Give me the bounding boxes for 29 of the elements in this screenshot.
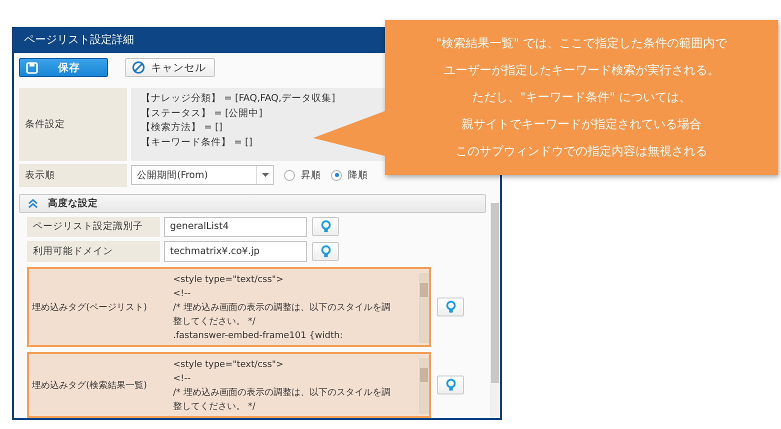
text-input[interactable]: techmatrix¥.co¥.jp: [164, 241, 307, 262]
lightbulb-icon: [320, 220, 330, 234]
save-icon: [26, 62, 38, 74]
text-input[interactable]: generalList4: [164, 216, 307, 238]
hint-button[interactable]: [437, 298, 464, 316]
lightbulb-icon: [446, 378, 456, 392]
field-label: 埋め込みタグ(検索結果一覧): [31, 380, 148, 392]
scrollbar[interactable]: [419, 358, 429, 414]
sort-dropdown[interactable]: 公開期間(From): [131, 165, 274, 186]
code-textarea[interactable]: <style type="text/css"> <!-- /* 埋め込み画面の表示の調整は、以下のスタイルを調 整してください。 */ .fastanswer-embed-frame101 {width:: [169, 269, 429, 345]
hint-button[interactable]: [437, 376, 464, 394]
lightbulb-icon: [320, 245, 330, 258]
hint-button[interactable]: [312, 217, 339, 236]
caret-icon: [262, 173, 268, 178]
field-label: 条件設定: [19, 88, 127, 161]
sort-radio[interactable]: 降順: [331, 168, 368, 182]
scrollbar[interactable]: [490, 203, 500, 418]
hint-button[interactable]: [312, 242, 339, 262]
lightbulb-icon: [446, 300, 456, 314]
cancel-icon: [132, 61, 145, 74]
scrollbar[interactable]: [419, 273, 429, 343]
code-textarea[interactable]: <style type="text/css"> <!-- /* 埋め込み画面の表示の調整は、以下のスタイルを調 整してください。 */: [169, 354, 429, 416]
field-label: 利用可能ドメイン: [27, 241, 160, 262]
field-label: ページリスト設定識別子: [27, 216, 160, 238]
field-label: 埋め込みタグ(ページリスト): [31, 302, 148, 314]
section-header[interactable]: 高度な設定: [19, 194, 486, 213]
cancel-button[interactable]: キャンセル: [125, 58, 215, 77]
sort-radio[interactable]: 昇順: [284, 168, 321, 182]
field-label: 表示順: [19, 164, 127, 187]
